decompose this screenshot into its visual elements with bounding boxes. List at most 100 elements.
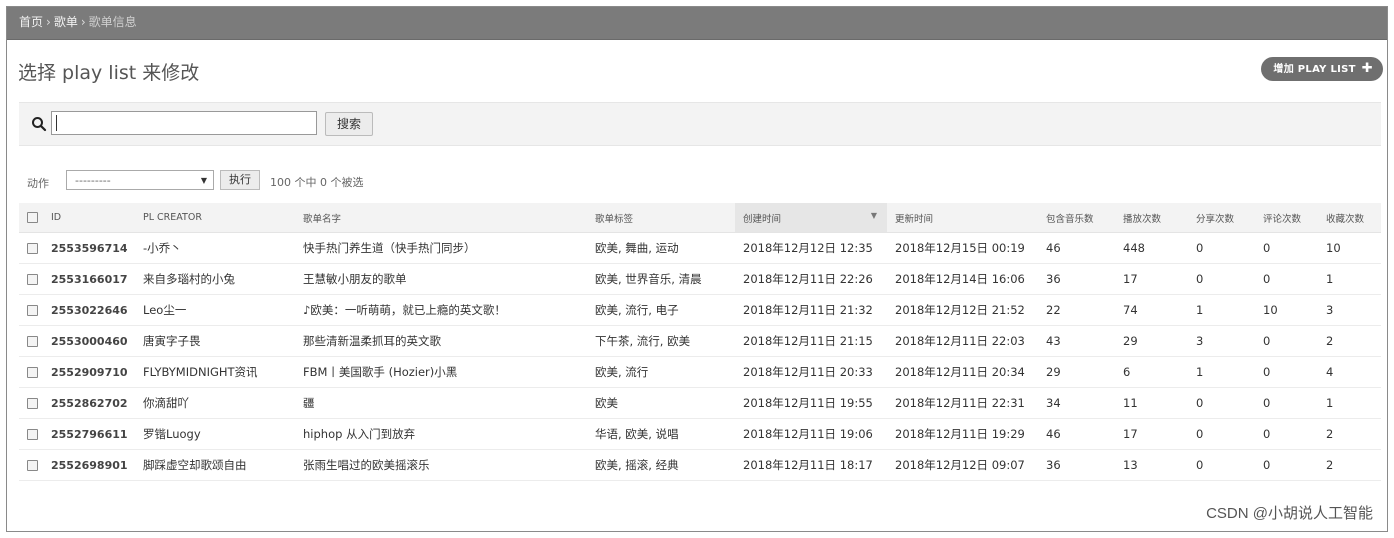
row-select-cell (19, 418, 43, 450)
page-title: 选择 play list 来修改 (18, 62, 200, 84)
table-cell: 2 (1318, 325, 1381, 357)
row-id-link[interactable]: 2553022646 (43, 294, 135, 326)
table-cell: 0 (1255, 263, 1318, 295)
sort-desc-icon[interactable]: ▼ (871, 211, 877, 220)
table-cell: FLYBYMIDNIGHT资讯 (135, 356, 295, 388)
row-checkbox[interactable] (27, 243, 38, 254)
column-header[interactable]: 播放次数 (1115, 203, 1188, 233)
table-cell: 11 (1115, 387, 1188, 419)
column-header[interactable]: 包含音乐数 (1038, 203, 1115, 233)
select-all-header (19, 203, 43, 233)
row-id-link[interactable]: 2552698901 (43, 449, 135, 481)
row-id-link[interactable]: 2553000460 (43, 325, 135, 357)
table-row: 2553022646 Leo尘一 ♪欧美：一听萌萌，就已上瘾的英文歌！ 欧美, 流行,… (19, 294, 1381, 326)
table-cell: 1 (1318, 263, 1381, 295)
row-checkbox[interactable] (27, 398, 38, 409)
table-cell: -小乔丶 (135, 232, 295, 264)
table-cell: 2018年12月11日 22:26 (735, 263, 887, 295)
table-cell: 43 (1038, 325, 1115, 357)
selected-counter: 100 个中 0 个被选 (270, 176, 364, 189)
table-cell: 2018年12月11日 20:33 (735, 356, 887, 388)
table-cell: 王慧敏小朋友的歌单 (295, 263, 587, 295)
table-cell: 0 (1255, 232, 1318, 264)
search-icon (32, 117, 47, 132)
row-id-link[interactable]: 2553596714 (43, 232, 135, 264)
row-id-link[interactable]: 2552909710 (43, 356, 135, 388)
row-id-link[interactable]: 2553166017 (43, 263, 135, 295)
table-cell: 0 (1255, 387, 1318, 419)
row-id-link[interactable]: 2552796611 (43, 418, 135, 450)
row-select-cell (19, 232, 43, 264)
table-cell: 36 (1038, 263, 1115, 295)
column-header[interactable]: 更新时间 (887, 203, 1038, 233)
row-checkbox[interactable] (27, 336, 38, 347)
table-cell: ♪欧美：一听萌萌，就已上瘾的英文歌！ (295, 294, 587, 326)
table-cell: 2018年12月12日 21:52 (887, 294, 1038, 326)
breadcrumb-current: 歌单信息 (88, 15, 137, 29)
table-cell: 448 (1115, 232, 1188, 264)
row-checkbox[interactable] (27, 367, 38, 378)
search-input[interactable] (51, 111, 317, 135)
breadcrumb-playlists[interactable]: 歌单 (54, 15, 78, 29)
table-cell: 疆 (295, 387, 587, 419)
table-header-row: ID PL CREATOR 歌单名字 歌单标签 创建时间 ▼ 更新时间 包含音乐数… (19, 203, 1381, 233)
column-header[interactable]: PL CREATOR (135, 203, 295, 233)
row-select-cell (19, 294, 43, 326)
breadcrumb-separator: › (46, 15, 51, 29)
table-cell: 29 (1038, 356, 1115, 388)
table-cell: 欧美, 摇滚, 经典 (587, 449, 735, 481)
table-cell: 4 (1318, 356, 1381, 388)
table-cell: 10 (1318, 232, 1381, 264)
column-header[interactable]: 歌单标签 (587, 203, 735, 233)
table-cell: 17 (1115, 418, 1188, 450)
row-id-link[interactable]: 2552862702 (43, 387, 135, 419)
table-cell: hiphop 从入门到放弃 (295, 418, 587, 450)
row-select-cell (19, 387, 43, 419)
table-row: 2552796611 罗锴Luogy hiphop 从入门到放弃 华语, 欧美, 说唱… (19, 418, 1381, 450)
actions-label: 动作 (27, 177, 49, 190)
table-cell: 来自多瑙村的小兔 (135, 263, 295, 295)
table-cell: 0 (1255, 356, 1318, 388)
table-cell: 34 (1038, 387, 1115, 419)
table-cell: 6 (1115, 356, 1188, 388)
column-header[interactable]: ID (43, 203, 135, 233)
table-row: 2553000460 唐寅字子畏 那些清新温柔抓耳的英文歌 下午茶, 流行, 欧美 20… (19, 325, 1381, 357)
run-action-button[interactable]: 执行 (220, 170, 260, 190)
table-cell: 0 (1188, 449, 1255, 481)
column-header-sorted[interactable]: 创建时间 ▼ (735, 203, 887, 233)
table-cell: 2018年12月11日 21:15 (735, 325, 887, 357)
breadcrumb-home[interactable]: 首页 (19, 15, 43, 29)
action-select[interactable]: --------- ▼ (66, 170, 214, 190)
row-checkbox[interactable] (27, 460, 38, 471)
table-cell: 2 (1318, 418, 1381, 450)
row-select-cell (19, 449, 43, 481)
row-checkbox[interactable] (27, 305, 38, 316)
table-cell: 22 (1038, 294, 1115, 326)
table-cell: 快手热门养生道（快手热门同步） (295, 232, 587, 264)
table-cell: 2018年12月11日 18:17 (735, 449, 887, 481)
select-all-checkbox[interactable] (27, 212, 38, 223)
table-cell: 0 (1188, 418, 1255, 450)
table-cell: 你滴甜吖 (135, 387, 295, 419)
table-row: 2552698901 脚踩虚空却歌颂自由 张雨生唱过的欧美摇滚乐 欧美, 摇滚, 经典… (19, 449, 1381, 481)
row-checkbox[interactable] (27, 274, 38, 285)
results-table: ID PL CREATOR 歌单名字 歌单标签 创建时间 ▼ 更新时间 包含音乐数… (19, 203, 1381, 481)
table-cell: 2018年12月12日 12:35 (735, 232, 887, 264)
search-button[interactable]: 搜索 (325, 112, 373, 136)
breadcrumb: 首页 › 歌单 › 歌单信息 (7, 7, 1387, 40)
add-playlist-button[interactable]: 增加 PLAY LIST ✚ (1261, 57, 1383, 81)
table-cell: 1 (1318, 387, 1381, 419)
table-cell: 张雨生唱过的欧美摇滚乐 (295, 449, 587, 481)
table-cell: 2018年12月11日 21:32 (735, 294, 887, 326)
column-header[interactable]: 收藏次数 (1318, 203, 1381, 233)
table-cell: 46 (1038, 232, 1115, 264)
column-header[interactable]: 评论次数 (1255, 203, 1318, 233)
table-row: 2553596714 -小乔丶 快手热门养生道（快手热门同步） 欧美, 舞曲, 运动 2… (19, 232, 1381, 264)
table-cell: 0 (1255, 325, 1318, 357)
column-header[interactable]: 分享次数 (1188, 203, 1255, 233)
table-cell: 0 (1188, 263, 1255, 295)
row-checkbox[interactable] (27, 429, 38, 440)
column-header[interactable]: 歌单名字 (295, 203, 587, 233)
admin-window: 首页 › 歌单 › 歌单信息 选择 play list 来修改 增加 PLAY LIST… (6, 6, 1388, 532)
breadcrumb-separator: › (80, 15, 86, 29)
